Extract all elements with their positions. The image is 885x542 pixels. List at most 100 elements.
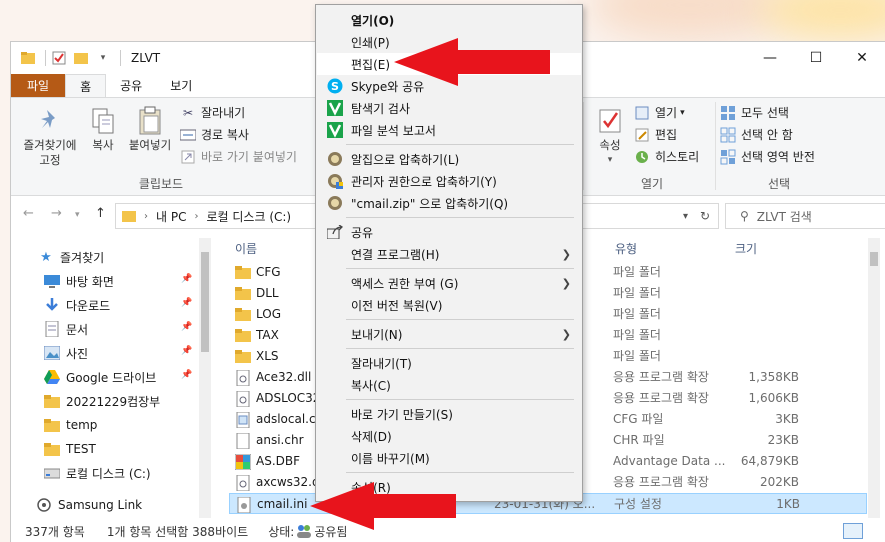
back-arrow-icon[interactable]: ← xyxy=(23,206,34,221)
paste-shortcut-button[interactable]: 바로 가기 붙여넣기 xyxy=(179,148,297,165)
file-name: ADSLOC32 xyxy=(256,391,319,405)
pinned-icon[interactable]: 📌 xyxy=(181,370,192,380)
file-type: CFG 파일 xyxy=(613,412,664,426)
edit-button[interactable]: 편집 xyxy=(633,126,677,143)
search-box[interactable]: ⚲ ZLVT 검색 xyxy=(725,203,885,229)
cut-label: 잘라내기 xyxy=(201,106,246,120)
context-menu-item[interactable]: 이전 버전 복원(V) xyxy=(317,294,581,316)
nav-item-label: TEST xyxy=(66,442,96,456)
context-menu-item[interactable]: 열기(O) xyxy=(317,9,581,31)
menu-item-label: "cmail.zip" 으로 압축하기(Q) xyxy=(351,196,509,211)
column-header-size[interactable]: 크기 xyxy=(735,238,757,260)
nav-item[interactable]: ★ 즐겨찾기 xyxy=(37,246,104,268)
address-dropdown-icon[interactable]: ▾ xyxy=(683,211,688,222)
file-name: XLS xyxy=(256,349,279,363)
details-view-icon[interactable] xyxy=(843,523,863,539)
menu-item-label: 바로 가기 만들기(S) xyxy=(351,407,453,422)
nav-item[interactable]: Samsung Link xyxy=(35,494,142,516)
select-none-button[interactable]: 선택 안 함 xyxy=(719,126,793,143)
file-icon xyxy=(235,432,251,449)
menu-item-label: 이전 버전 복원(V) xyxy=(351,298,443,313)
chevron-down-icon[interactable]: ▾ xyxy=(94,49,112,67)
paste-button[interactable]: 붙여넣기 xyxy=(125,104,175,153)
nav-item[interactable]: 로컬 디스크 (C:) xyxy=(43,462,151,484)
breadcrumb-this-pc[interactable]: 내 PC xyxy=(156,208,186,225)
context-menu-item[interactable]: 액세스 권한 부여 (G) ❯ xyxy=(317,272,581,294)
file-name: LOG xyxy=(256,307,282,321)
pinned-icon[interactable]: 📌 xyxy=(181,298,192,308)
file-type: 응용 프로그램 확장 xyxy=(613,391,709,405)
file-name: AS.DBF xyxy=(256,454,301,468)
navpane-scrollbar[interactable] xyxy=(199,238,211,518)
context-menu-item[interactable]: 보내기(N) ❯ xyxy=(317,323,581,345)
file-name: Ace32.dll xyxy=(256,370,312,384)
menu-item-label: 편집(E) xyxy=(351,57,391,72)
copy-button[interactable]: 복사 xyxy=(87,104,119,153)
minimize-button[interactable]: — xyxy=(747,42,793,74)
history-button[interactable]: 히스토리 xyxy=(633,148,699,165)
filelist-scrollbar[interactable] xyxy=(868,238,880,518)
nav-item[interactable]: 다운로드 xyxy=(43,294,110,316)
context-menu-item[interactable]: 이름 바꾸기(M) xyxy=(317,447,581,469)
tab-view[interactable]: 보기 xyxy=(156,74,206,97)
nav-item[interactable]: 문서 xyxy=(43,318,88,340)
tab-share[interactable]: 공유 xyxy=(106,74,156,97)
google-drive-icon xyxy=(43,369,61,385)
context-menu-item[interactable]: 공유 xyxy=(317,221,581,243)
file-size: 3KB xyxy=(775,412,799,426)
up-arrow-icon[interactable]: ↑ xyxy=(95,206,106,221)
refresh-icon[interactable]: ↻ xyxy=(700,209,710,223)
file-type: 응용 프로그램 확장 xyxy=(613,370,709,384)
menu-separator xyxy=(346,144,574,145)
invert-selection-button[interactable]: 선택 영역 반전 xyxy=(719,148,815,165)
nav-item[interactable]: 사진 xyxy=(43,342,88,364)
context-menu-item[interactable]: 복사(C) xyxy=(317,374,581,396)
context-menu-item[interactable]: 삭제(D) xyxy=(317,425,581,447)
file-size: 1KB xyxy=(776,497,800,511)
new-folder-icon[interactable] xyxy=(72,49,90,67)
nav-item[interactable]: 20221229컴장부 xyxy=(43,390,160,412)
cut-button[interactable]: ✂ 잘라내기 xyxy=(179,104,245,121)
column-header-type[interactable]: 유형 xyxy=(615,238,637,260)
properties-check-icon[interactable] xyxy=(50,49,68,67)
pinned-icon[interactable]: 📌 xyxy=(181,322,192,332)
menu-item-label: 알집으로 압축하기(L) xyxy=(351,152,460,167)
context-menu-item[interactable]: 관리자 권한으로 압축하기(Y) xyxy=(317,170,581,192)
nav-item[interactable]: temp xyxy=(43,414,97,436)
column-header-name[interactable]: 이름 xyxy=(235,238,257,260)
context-menu-item[interactable]: 탐색기 검사 xyxy=(317,97,581,119)
nav-item[interactable]: TEST xyxy=(43,438,96,460)
nav-item-label: 즐겨찾기 xyxy=(60,250,105,265)
context-menu-item[interactable]: 알집으로 압축하기(L) xyxy=(317,148,581,170)
context-menu-item[interactable]: 잘라내기(T) xyxy=(317,352,581,374)
search-placeholder: ZLVT 검색 xyxy=(756,209,812,224)
maximize-button[interactable]: ☐ xyxy=(793,42,839,74)
arrow-pointer-edit xyxy=(394,38,550,86)
dbf-icon xyxy=(235,453,251,470)
recent-chevron-icon[interactable]: ▾ xyxy=(75,210,80,220)
context-menu-item[interactable]: "cmail.zip" 으로 압축하기(Q) xyxy=(317,192,581,214)
tab-home[interactable]: 홈 xyxy=(65,74,107,97)
copy-path-button[interactable]: 경로 복사 xyxy=(179,126,249,143)
nav-item[interactable]: 바탕 화면 xyxy=(43,270,114,292)
properties-button[interactable]: 속성 ▾ xyxy=(595,104,625,168)
wallpaper-blob xyxy=(760,0,885,40)
pinned-icon[interactable]: 📌 xyxy=(181,274,192,284)
v3-icon xyxy=(326,99,344,117)
folder-icon xyxy=(235,328,251,344)
close-button[interactable]: ✕ xyxy=(839,42,885,74)
select-group-label: 선택 xyxy=(767,177,791,191)
context-menu-item[interactable]: 연결 프로그램(H) ❯ xyxy=(317,243,581,265)
context-menu-item[interactable]: 파일 분석 보고서 xyxy=(317,119,581,141)
pin-quick-access-button[interactable]: 즐겨찾기에 고정 xyxy=(15,104,85,168)
v3-icon xyxy=(326,121,344,139)
select-all-button[interactable]: 모두 선택 xyxy=(719,104,789,121)
pinned-icon[interactable]: 📌 xyxy=(181,346,192,356)
context-menu-item[interactable]: 바로 가기 만들기(S) xyxy=(317,403,581,425)
breadcrumb-local-disk[interactable]: 로컬 디스크 (C:) xyxy=(206,208,291,225)
nav-item[interactable]: Google 드라이브 xyxy=(43,366,156,388)
open-button[interactable]: 열기 ▾ xyxy=(633,104,685,121)
tab-file[interactable]: 파일 xyxy=(11,74,66,97)
forward-arrow-icon[interactable]: → xyxy=(51,206,62,221)
menu-separator xyxy=(346,268,574,269)
